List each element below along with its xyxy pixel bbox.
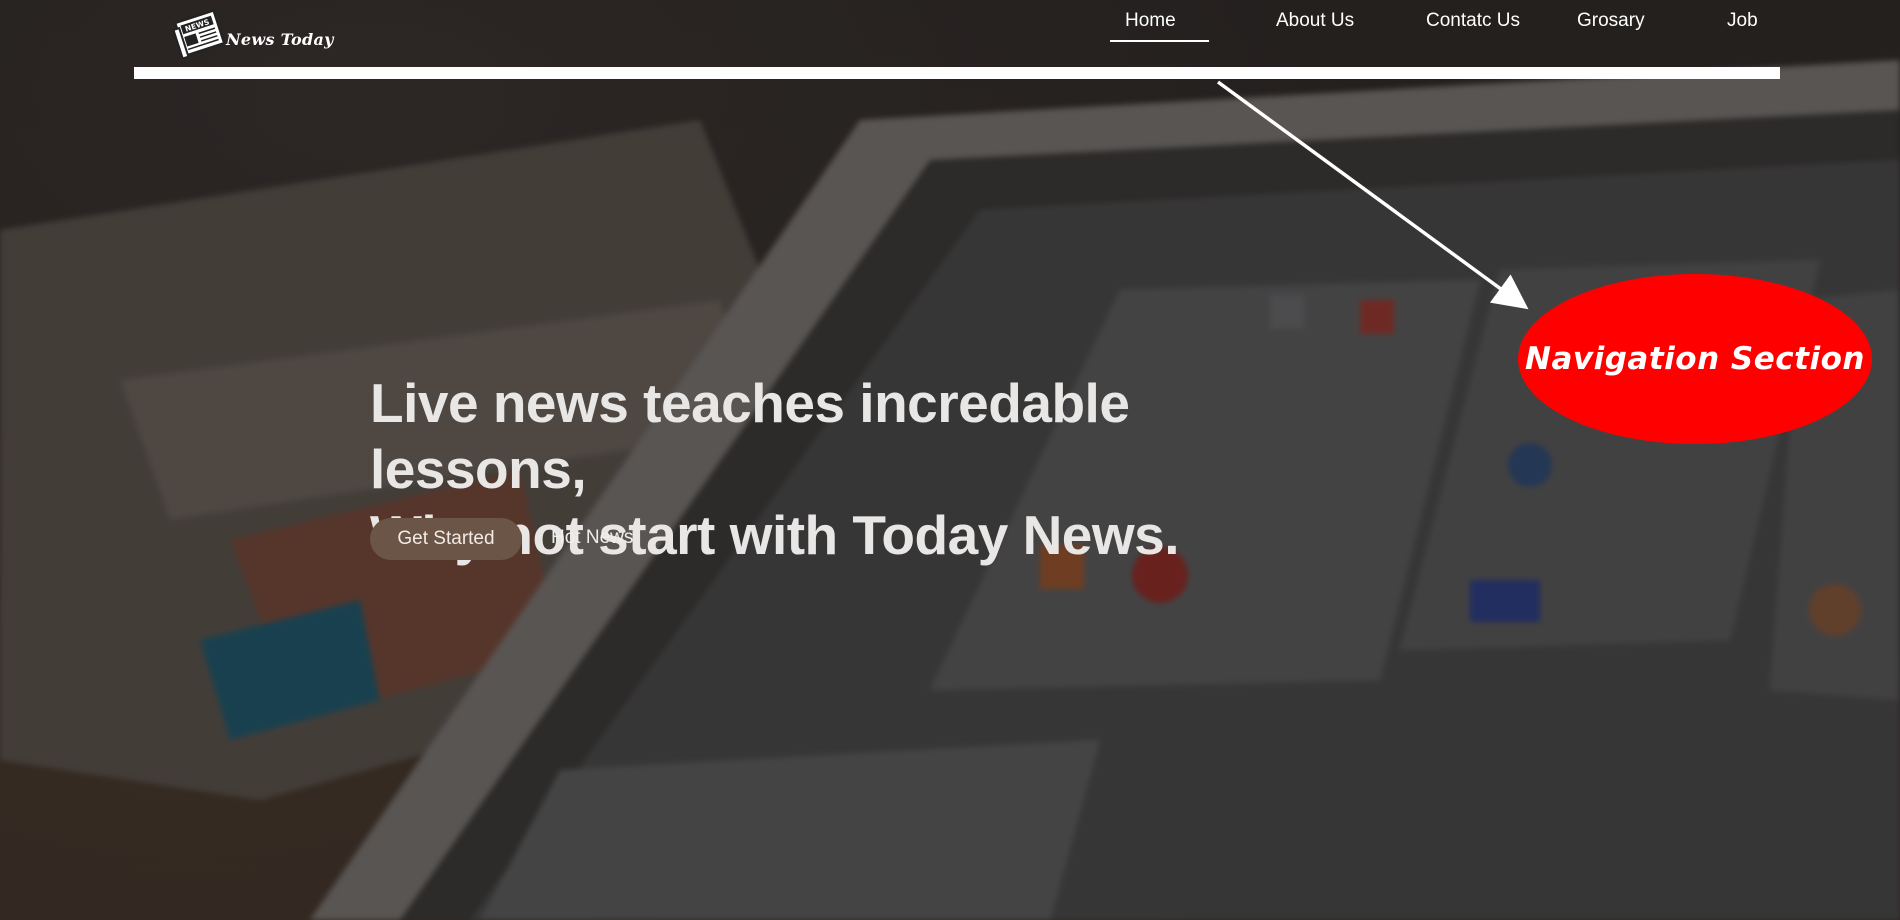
- nav-item-job[interactable]: Job: [1727, 10, 1758, 32]
- nav-item-contact-us[interactable]: Contatc Us: [1426, 10, 1520, 32]
- main-navigation: Home About Us Contatc Us Grosary Job: [1090, 0, 1790, 46]
- get-started-button[interactable]: Get Started: [370, 518, 522, 560]
- hot-news-link[interactable]: Hot News: [551, 527, 633, 549]
- annotation-bubble: Navigation Section: [1518, 274, 1872, 444]
- annotation-label: Navigation Section: [1525, 341, 1865, 377]
- navigation-underline-bar: [134, 67, 1780, 79]
- newspaper-icon: NEWS: [172, 9, 226, 60]
- logo-text: News Today: [226, 29, 334, 49]
- site-logo[interactable]: NEWS News Today: [170, 6, 340, 62]
- nav-item-grosary[interactable]: Grosary: [1577, 10, 1645, 32]
- nav-item-about-us[interactable]: About Us: [1276, 10, 1354, 32]
- nav-item-home[interactable]: Home: [1110, 10, 1209, 42]
- hero-title-line-1: Live news teaches incredable lessons,: [370, 372, 1130, 500]
